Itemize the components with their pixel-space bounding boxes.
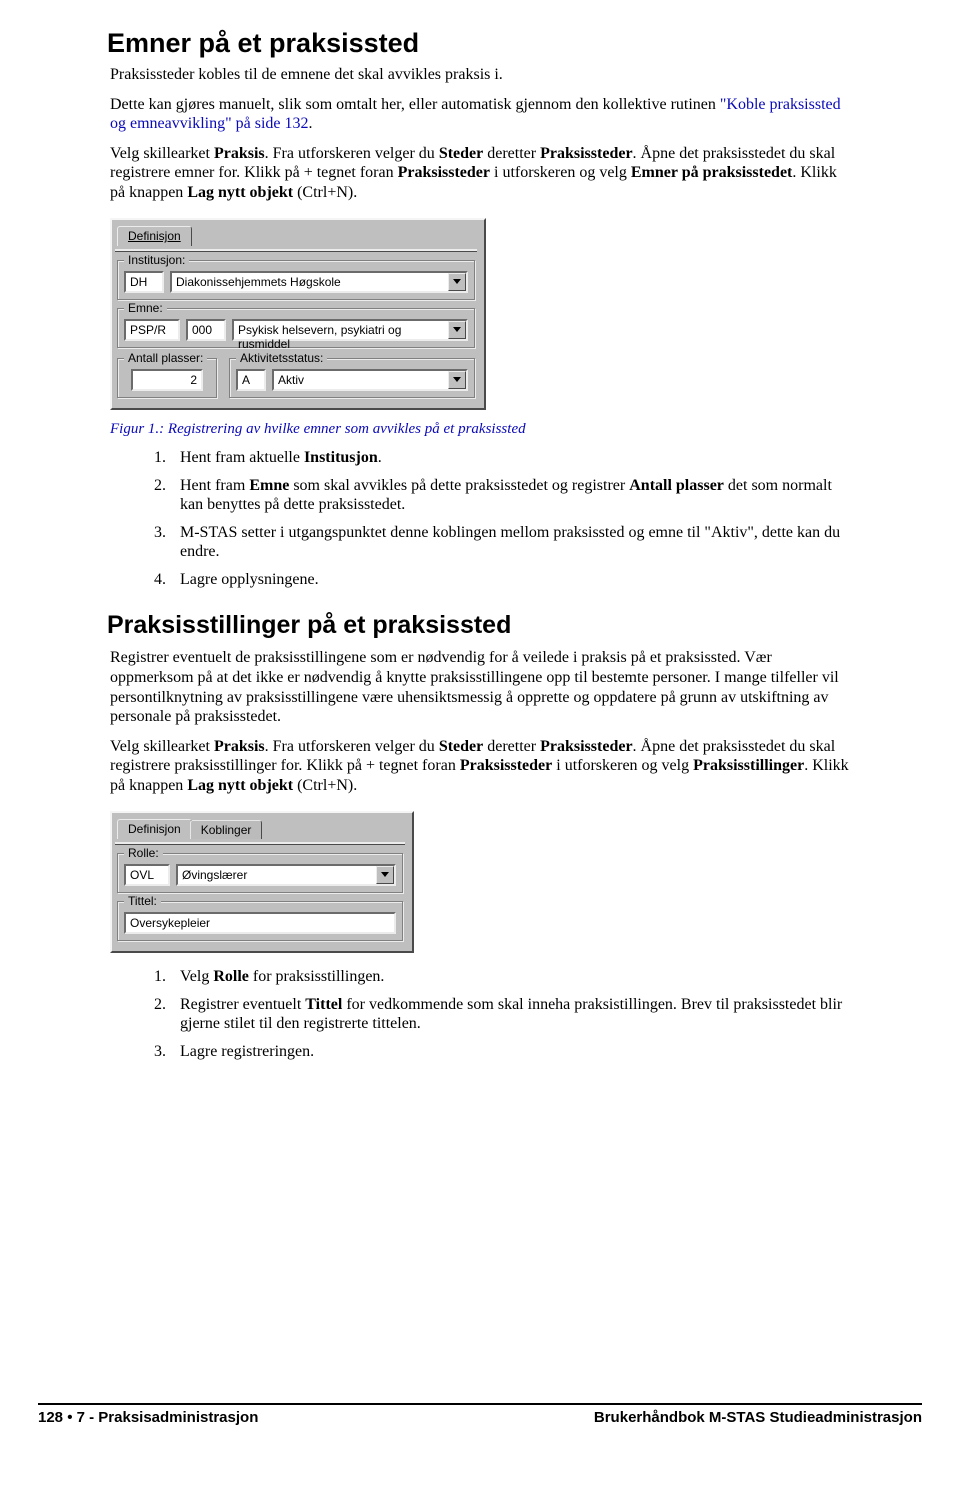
emne-code2-field[interactable]: 000 [186,319,226,341]
intro-para-2: Dette kan gjøres manuelt, slik som omtal… [110,95,850,134]
status-name-text: Aktiv [274,371,448,389]
heading-praksisstillinger: Praksisstillinger på et praksissted [107,611,850,640]
group-institusjon: Institusjon: DH Diakonissehjemmets Høgsk… [117,260,475,300]
list-item: Hent fram aktuelle Institusjon. [170,448,850,468]
inst-name-text: Diakonissehjemmets Høgskole [172,273,448,291]
instruction-para-1: Velg skillearket Praksis. Fra utforskere… [110,144,850,203]
label-rolle: Rolle: [124,846,163,860]
group-antall-plasser: Antall plasser: 2 [117,358,217,398]
list-item: Lagre registreringen. [170,1042,850,1062]
chevron-down-icon[interactable] [448,273,466,291]
group-rolle: Rolle: OVL Øvingslærer [117,853,403,893]
intro-para-1: Praksissteder kobles til de emnene det s… [110,65,850,85]
figure-1-caption: Figur 1.: Registrering av hvilke emner s… [110,420,850,438]
emne-name-combo[interactable]: Psykisk helsevern, psykiatri og rusmidde… [232,319,468,341]
emne-name-text: Psykisk helsevern, psykiatri og rusmidde… [234,321,448,339]
group-emne: Emne: PSP/R 000 Psykisk helsevern, psyki… [117,308,475,348]
p1b-post: . [309,115,313,132]
tab-definisjon[interactable]: Definisjon [117,226,192,246]
label-aktivitetsstatus: Aktivitetsstatus: [236,351,327,365]
tab-definisjon[interactable]: Definisjon [117,819,192,839]
chevron-down-icon[interactable] [376,866,394,884]
rolle-code-field[interactable]: OVL [124,864,170,886]
inst-code-field[interactable]: DH [124,271,164,293]
inst-name-combo[interactable]: Diakonissehjemmets Høgskole [170,271,468,293]
heading-emner: Emner på et praksissted [107,28,850,59]
label-emne: Emne: [124,301,167,315]
footer-left: 128 • 7 - Praksisadministrasjon [38,1409,258,1426]
chevron-down-icon[interactable] [448,321,466,339]
footer-right: Brukerhåndbok M-STAS Studieadministrasjo… [594,1409,922,1426]
figure-1-panel: Definisjon Institusjon: DH Diakonissehje… [110,218,486,410]
instruction-para-2: Velg skillearket Praksis. Fra utforskere… [110,737,850,796]
antall-plasser-field[interactable]: 2 [131,369,203,391]
group-tittel: Tittel: Oversykepleier [117,901,403,941]
label-tittel: Tittel: [124,894,161,908]
steps-list-1: Hent fram aktuelle Institusjon. Hent fra… [110,448,850,589]
list-item: Velg Rolle for praksisstillingen. [170,967,850,987]
rolle-name-combo[interactable]: Øvingslærer [176,864,396,886]
group-aktivitetsstatus: Aktivitetsstatus: A Aktiv [229,358,475,398]
para-praksisstillinger-intro: Registrer eventuelt de praksisstillingen… [110,648,850,726]
list-item: M-STAS setter i utgangspunktet denne kob… [170,523,850,562]
label-antall-plasser: Antall plasser: [124,351,207,365]
label-institusjon: Institusjon: [124,253,189,267]
status-name-combo[interactable]: Aktiv [272,369,468,391]
tittel-field[interactable]: Oversykepleier [124,912,396,934]
p1b-pre: Dette kan gjøres manuelt, slik som omtal… [110,96,720,113]
tab-koblinger[interactable]: Koblinger [190,820,263,839]
chevron-down-icon[interactable] [448,371,466,389]
page-footer: 128 • 7 - Praksisadministrasjon Brukerhå… [38,1403,922,1426]
list-item: Lagre opplysningene. [170,570,850,590]
emne-code1-field[interactable]: PSP/R [124,319,180,341]
steps-list-2: Velg Rolle for praksisstillingen. Regist… [110,967,850,1061]
status-code-field[interactable]: A [236,369,266,391]
list-item: Hent fram Emne som skal avvikles på dett… [170,476,850,515]
list-item: Registrer eventuelt Tittel for vedkommen… [170,995,850,1034]
rolle-name-text: Øvingslærer [178,866,376,884]
figure-2-panel: DefinisjonKoblinger Rolle: OVL Øvingslær… [110,811,414,953]
